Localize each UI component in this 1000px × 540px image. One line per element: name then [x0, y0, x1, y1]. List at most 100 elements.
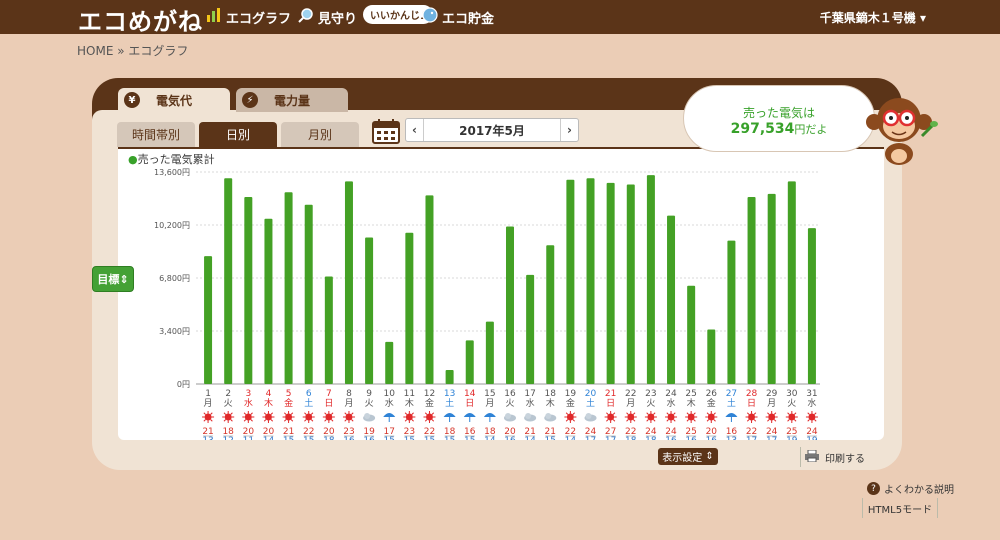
sun-ray [351, 412, 354, 415]
y-tick-label: 10,200円 [154, 221, 190, 230]
sun-ray [666, 412, 669, 415]
cloud-puff [525, 413, 532, 419]
sun-ray [572, 419, 575, 422]
weekday-label: 金 [707, 397, 716, 409]
temp-low-label: 16 [706, 436, 718, 440]
chart-bar [807, 228, 816, 384]
tab-daily[interactable]: 日別 [199, 122, 277, 147]
current-month-label: 2017年5月 [459, 123, 525, 138]
html5-mode-button[interactable]: HTML5モード [862, 498, 938, 518]
print-button[interactable]: 印刷する [800, 447, 873, 467]
sun-ray [270, 412, 274, 415]
help-link[interactable]: ? よくわかる説明 [867, 481, 954, 496]
sun-ray [223, 412, 227, 415]
cloud-puff [545, 413, 552, 419]
x-tick-label: 8 [346, 389, 352, 399]
cloud-puff [505, 413, 511, 419]
temp-low-label: 18 [625, 436, 637, 440]
temp-low-label: 14 [484, 436, 496, 440]
sun-ray [706, 419, 710, 422]
sun-ray [746, 419, 750, 422]
weekday-label: 月 [344, 398, 353, 409]
temp-low-label: 11 [243, 436, 254, 440]
weekday-label: 木 [405, 397, 414, 409]
sun-icon [305, 413, 313, 421]
tab-electricity-cost[interactable]: ¥ 電気代 [118, 88, 230, 112]
x-tick-label: 4 [266, 389, 272, 399]
sun-ray [230, 412, 233, 415]
sun-ray [693, 419, 696, 422]
daily-bar-chart: 0円3,400円6,800円10,200円13,600円1月21132火1812… [154, 168, 820, 440]
sun-ray [653, 412, 656, 415]
temp-low-label: 15 [383, 436, 394, 440]
cloud-puff [585, 413, 592, 419]
nav-eco-savings[interactable]: エコ貯金 [422, 7, 494, 27]
x-tick-label: 6 [306, 389, 312, 399]
sun-ray [270, 419, 274, 422]
chart-bar [546, 245, 555, 384]
tab-label: 電力量 [274, 93, 311, 108]
sun-ray [807, 419, 810, 422]
sun-icon [264, 413, 272, 421]
sun-ray [283, 412, 287, 415]
sun-ray [424, 412, 428, 415]
sun-ray [666, 419, 669, 422]
nav-ecograph[interactable]: エコグラフ [206, 7, 291, 27]
next-month-button[interactable]: › [560, 119, 578, 141]
rain-icon [443, 413, 456, 417]
sun-icon [667, 413, 675, 421]
sun-ray [673, 419, 676, 422]
sun-ray [210, 412, 213, 415]
tab-electricity-amount[interactable]: ⚡ 電力量 [236, 88, 348, 112]
chart-bar [787, 181, 796, 384]
weekday-label: 水 [807, 397, 816, 409]
yen-icon: ¥ [124, 92, 140, 108]
sun-ray [263, 412, 267, 415]
temp-low-label: 19 [786, 436, 798, 440]
sun-ray [203, 419, 206, 422]
weekday-label: 日 [606, 398, 615, 409]
temp-low-label: 19 [806, 436, 818, 440]
weekday-label: 金 [284, 397, 293, 409]
sun-ray [646, 419, 649, 422]
updown-icon: ⇕ [705, 451, 714, 462]
temp-low-label: 16 [665, 436, 677, 440]
nav-label: エコグラフ [226, 11, 292, 27]
chart-bar [667, 215, 676, 384]
chart-bar [324, 276, 333, 384]
sun-ray [283, 419, 287, 422]
sun-icon [808, 413, 816, 421]
sun-ray [753, 419, 757, 422]
sun-ray [203, 412, 206, 415]
sun-icon [607, 413, 615, 421]
sun-ray [653, 419, 656, 422]
temp-low-label: 14 [565, 436, 577, 440]
calendar-icon[interactable] [372, 118, 400, 144]
sun-ray [773, 412, 777, 415]
sold-unit: 円だよ [794, 123, 828, 136]
display-settings-button[interactable]: 表示設定 ⇕ [658, 448, 718, 465]
x-tick-label: 5 [286, 389, 292, 399]
nav-label: エコ貯金 [442, 11, 495, 27]
nav-mimamori[interactable]: 見守り [298, 7, 357, 27]
sold-electricity-bubble: 売った電気は 297,534円だよ [683, 85, 875, 152]
tab-label: 電気代 [156, 93, 193, 108]
temp-low-label: 17 [605, 436, 616, 440]
sun-icon [204, 413, 212, 421]
account-dropdown[interactable]: 千葉県鏑木１号機 ▾ [820, 9, 926, 26]
weekday-label: 土 [586, 397, 595, 409]
temp-low-label: 16 [504, 436, 516, 440]
app-logo[interactable]: エコめがね [78, 2, 203, 37]
prev-month-button[interactable]: ‹ [406, 119, 424, 141]
x-tick-label: 19 [565, 389, 577, 399]
cloud-puff [364, 413, 371, 419]
tab-monthly[interactable]: 月別 [281, 122, 359, 147]
temp-low-label: 16 [343, 436, 355, 440]
chart-bar [707, 329, 716, 384]
weekday-label: 火 [365, 398, 374, 409]
weekday-label: 火 [505, 398, 514, 409]
x-tick-label: 26 [706, 389, 718, 399]
tab-hourly[interactable]: 時間帯別 [117, 122, 195, 147]
weekday-label: 火 [224, 398, 233, 409]
x-tick-label: 25 [685, 389, 696, 399]
